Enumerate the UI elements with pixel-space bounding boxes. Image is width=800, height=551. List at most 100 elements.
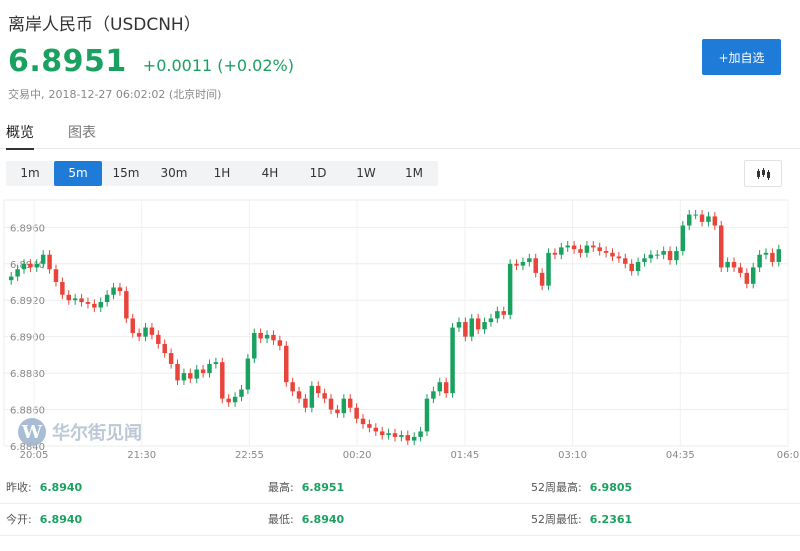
- candle-body: [226, 398, 231, 403]
- candle-body: [514, 263, 519, 266]
- candle-body: [379, 431, 385, 436]
- period-30m[interactable]: 30m: [150, 161, 198, 186]
- period-1h[interactable]: 1H: [198, 161, 246, 186]
- candle-body: [578, 249, 583, 253]
- candle-body: [501, 311, 506, 315]
- candle-body: [72, 298, 78, 301]
- stat-52w-low: 52周最低: 6.2361: [531, 511, 632, 527]
- x-tick-label: 20:05: [20, 450, 49, 461]
- stats-row: 今开: 6.8940 最低: 6.8940 52周最低: 6.2361: [0, 503, 800, 536]
- period-1d[interactable]: 1D: [294, 161, 342, 186]
- stat-label: 52周最高:: [531, 481, 582, 494]
- candle-body: [475, 318, 481, 330]
- stat-high: 最高: 6.8951: [268, 479, 344, 495]
- candle-body: [431, 391, 436, 399]
- candle-body: [725, 261, 730, 268]
- price-row: 6.8951 +0.0011 (+0.02%): [8, 44, 294, 79]
- add-watchlist-button[interactable]: +加自选: [702, 39, 781, 75]
- stat-open: 今开: 6.8940: [6, 511, 82, 527]
- candle-body: [316, 385, 321, 394]
- candle-body: [341, 398, 347, 414]
- candle-body: [591, 245, 596, 248]
- candle-body: [674, 251, 679, 261]
- candle-body: [98, 302, 103, 308]
- candle-body: [456, 322, 462, 328]
- candle-body: [252, 333, 257, 359]
- x-tick-label: 01:45: [450, 450, 479, 461]
- period-1mo[interactable]: 1M: [390, 161, 438, 186]
- candle-body: [424, 398, 430, 432]
- candle-body: [284, 345, 289, 383]
- stat-value: 6.2361: [589, 513, 633, 526]
- candle-body: [635, 261, 641, 272]
- candle-body: [731, 261, 737, 268]
- x-tick-label: 21:30: [127, 450, 156, 461]
- x-tick-label: 04:35: [666, 450, 695, 461]
- stat-value: 6.8940: [39, 513, 83, 526]
- candle-body: [232, 396, 238, 403]
- candle-body: [399, 435, 404, 437]
- quote-timestamp: 2018-12-27 06:02:02 (北京时间): [48, 88, 222, 101]
- stat-label: 昨收:: [6, 481, 32, 494]
- candle-body: [40, 254, 46, 264]
- candle-body: [776, 249, 782, 262]
- candle-body: [335, 409, 340, 414]
- last-price: 6.8951: [8, 44, 127, 79]
- candle-body: [744, 272, 750, 284]
- candle-body: [687, 214, 692, 226]
- candle-body: [667, 251, 673, 261]
- candle-body: [168, 353, 174, 364]
- candle-body: [546, 252, 551, 286]
- candle-body: [680, 225, 686, 252]
- stat-value: 6.9805: [589, 481, 633, 494]
- candle-body: [411, 436, 417, 441]
- candle-body: [79, 298, 84, 303]
- tab-overview[interactable]: 概览: [6, 122, 34, 150]
- candle-body: [507, 263, 513, 315]
- candle-body: [757, 254, 762, 268]
- candle-body: [271, 334, 276, 341]
- candle-body: [28, 263, 33, 268]
- candle-body: [386, 433, 391, 436]
- stat-prev-close: 昨收: 6.8940: [6, 479, 82, 495]
- y-tick-label: 6.8920: [10, 296, 45, 307]
- candle-body: [488, 318, 494, 323]
- tab-chart[interactable]: 图表: [68, 122, 96, 142]
- candle-body: [124, 291, 129, 319]
- period-4h[interactable]: 4H: [246, 161, 294, 186]
- candle-body: [264, 334, 270, 339]
- candle-body: [175, 364, 180, 381]
- candle-body: [750, 267, 756, 284]
- period-1m[interactable]: 1m: [6, 161, 54, 186]
- candle-body: [309, 385, 315, 408]
- candle-body: [194, 369, 199, 379]
- candle-body: [770, 252, 775, 262]
- period-1w[interactable]: 1W: [342, 161, 390, 186]
- candle-body: [571, 245, 577, 250]
- candle-body: [162, 343, 167, 354]
- candle-body: [15, 269, 20, 277]
- candle-body: [245, 358, 251, 390]
- period-15m[interactable]: 15m: [102, 161, 150, 186]
- candle-body: [565, 245, 570, 248]
- candle-body: [629, 263, 634, 272]
- candle-body: [469, 318, 474, 337]
- candle-body: [693, 214, 698, 216]
- candle-body: [373, 427, 379, 432]
- y-tick-label: 6.8960: [10, 223, 45, 234]
- watermark: W 华尔街见闻: [18, 418, 142, 446]
- candle-body: [181, 373, 187, 381]
- trading-status: 交易中, 2018-12-27 06:02:02 (北京时间): [8, 86, 221, 102]
- candle-body: [104, 294, 110, 303]
- candle-body: [130, 318, 135, 334]
- candle-body: [207, 364, 212, 374]
- y-tick-label: 6.8880: [10, 369, 45, 380]
- y-tick-label: 6.8900: [10, 333, 45, 344]
- candle-body: [533, 258, 538, 273]
- period-5m[interactable]: 5m: [54, 161, 102, 186]
- candle-body: [603, 251, 609, 253]
- period-selector: 1m 5m 15m 30m 1H 4H 1D 1W 1M: [6, 161, 438, 186]
- candlestick-icon: [757, 167, 770, 180]
- candlestick-toggle-button[interactable]: [744, 160, 782, 187]
- candle-body: [718, 225, 724, 268]
